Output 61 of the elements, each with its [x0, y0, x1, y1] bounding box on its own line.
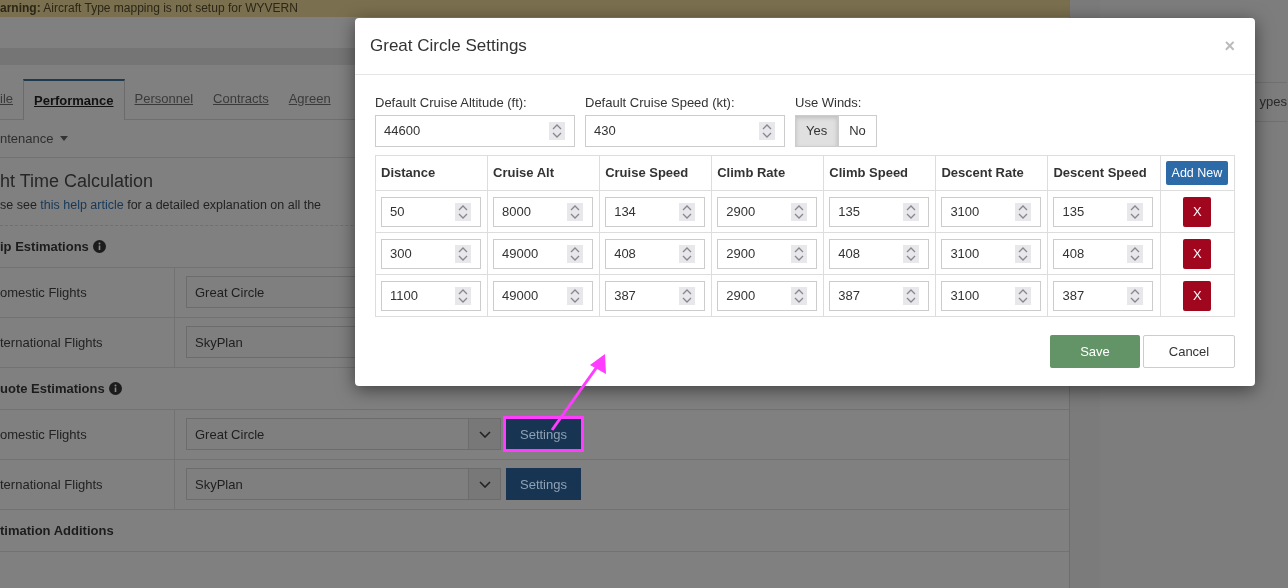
number-field[interactable]: 408: [829, 238, 930, 269]
section-title: uote Estimations: [0, 379, 105, 398]
number-field[interactable]: 2900: [717, 238, 818, 269]
menu-dropdown[interactable]: ntenance: [0, 128, 54, 149]
number-field[interactable]: 430: [585, 114, 785, 147]
settings-button[interactable]: Settings: [503, 416, 584, 453]
number-field[interactable]: 387: [1053, 280, 1154, 311]
cancel-button[interactable]: Cancel: [1143, 335, 1235, 369]
tab[interactable]: Performance: [23, 79, 125, 120]
column-header: Climb Rate: [711, 155, 824, 191]
chevron-down-icon: [478, 430, 491, 438]
number-field[interactable]: 44600: [375, 114, 575, 147]
number-field[interactable]: 408: [1053, 238, 1154, 269]
field-label: Use Winds:: [795, 94, 863, 112]
toggle-option[interactable]: No: [838, 114, 877, 147]
page-heading: ht Time Calculation: [0, 170, 154, 193]
number-field[interactable]: 3100: [941, 196, 1042, 227]
number-field[interactable]: 135: [1053, 196, 1154, 227]
caret-icon[interactable]: [59, 136, 68, 141]
number-field[interactable]: 49000: [493, 280, 594, 311]
number-field[interactable]: 50: [381, 196, 481, 227]
field-label: Default Cruise Altitude (ft):: [375, 94, 528, 112]
field-label: omestic Flights: [0, 409, 175, 459]
number-field[interactable]: 2900: [717, 280, 818, 311]
number-field[interactable]: 8000: [493, 196, 594, 227]
field-label: ternational Flights: [0, 459, 175, 509]
column-header: Climb Speed: [823, 155, 936, 191]
add-new-button[interactable]: Add New: [1165, 160, 1229, 186]
field-label: Default Cruise Speed (kt):: [585, 94, 736, 112]
dropdown[interactable]: Great Circle: [186, 418, 501, 451]
column-header: Descent Speed: [1047, 155, 1161, 191]
column-header: Distance: [375, 155, 488, 191]
number-field[interactable]: 135: [829, 196, 930, 227]
save-button[interactable]: Save: [1050, 335, 1140, 369]
column-header: Descent Rate: [935, 155, 1048, 191]
number-field[interactable]: 2900: [717, 196, 818, 227]
number-field[interactable]: 387: [605, 280, 706, 311]
warning-message: arning: Aircraft Type mapping is not setup for WYVERN: [0, 1, 298, 15]
settings-button[interactable]: Settings: [506, 468, 581, 501]
number-field[interactable]: 3100: [941, 280, 1042, 311]
column-header: Cruise Alt: [487, 155, 600, 191]
number-field[interactable]: 3100: [941, 238, 1042, 269]
delete-button[interactable]: X: [1183, 196, 1212, 227]
field-label: omestic Flights: [0, 267, 175, 317]
chevron-down-icon: [478, 480, 491, 488]
column-header: Cruise Speed: [599, 155, 712, 191]
number-field[interactable]: 387: [829, 280, 930, 311]
field-label: ternational Flights: [0, 317, 175, 367]
number-field[interactable]: 49000: [493, 238, 594, 269]
dialog-title: Great Circle Settings: [370, 35, 527, 57]
number-field[interactable]: 408: [605, 238, 706, 269]
dropdown[interactable]: SkyPlan: [186, 468, 501, 501]
delete-button[interactable]: X: [1183, 238, 1212, 269]
section-title: ip Estimations: [0, 237, 89, 256]
number-field[interactable]: 134: [605, 196, 706, 227]
toggle-option[interactable]: Yes: [795, 114, 839, 147]
number-field[interactable]: 300: [381, 238, 481, 269]
section-title: timation Additions: [0, 521, 114, 540]
number-field[interactable]: 1100: [381, 280, 481, 311]
help-text: se see this help article for a detailed explanation on all the: [0, 197, 322, 214]
delete-button[interactable]: X: [1183, 280, 1212, 311]
